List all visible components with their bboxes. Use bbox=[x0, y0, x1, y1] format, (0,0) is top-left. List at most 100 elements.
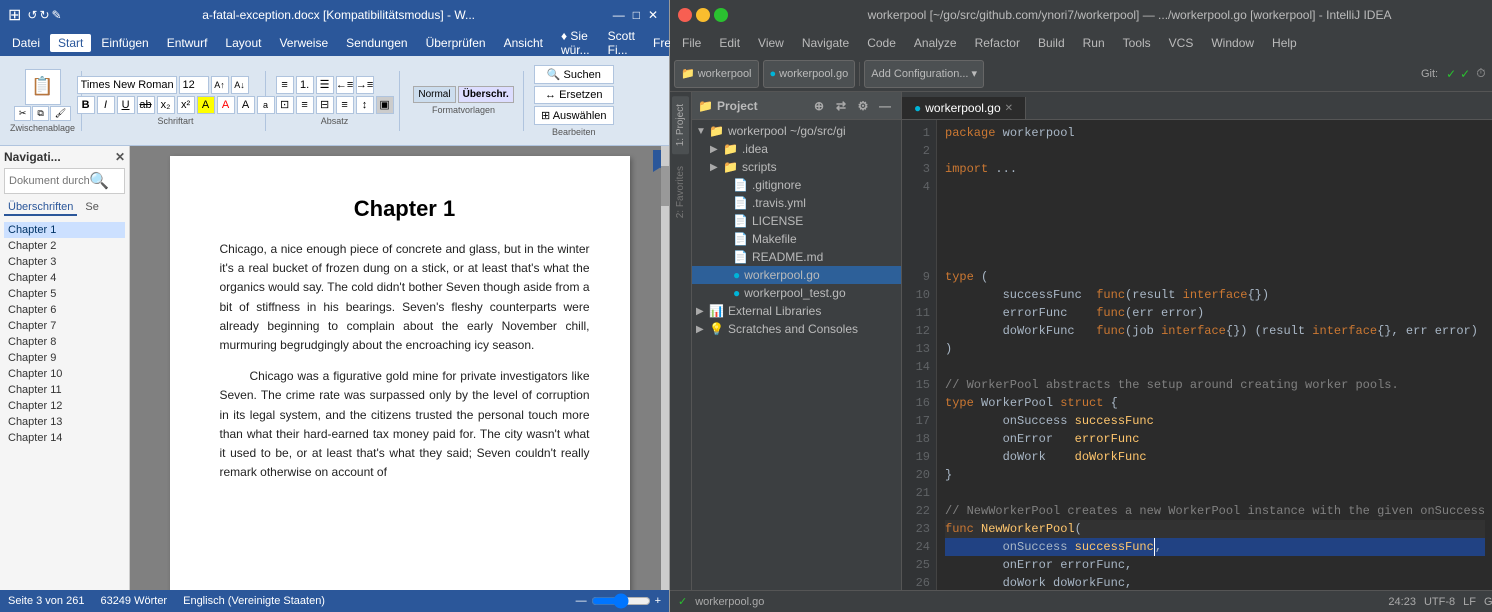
word-format-painter-btn[interactable]: 🖌 bbox=[50, 106, 71, 121]
nav-item-chapter13[interactable]: Chapter 13 bbox=[4, 414, 125, 430]
editor-tab-workerpool[interactable]: ● workerpool.go ✕ bbox=[902, 97, 1026, 119]
font-size-input[interactable] bbox=[179, 76, 209, 94]
font-shrink-btn[interactable]: A↓ bbox=[231, 76, 249, 94]
nav-tab-headings[interactable]: Überschriften bbox=[4, 200, 77, 216]
tree-license[interactable]: ▶ 📄 LICENSE bbox=[692, 212, 901, 230]
justify-btn[interactable]: ≡ bbox=[336, 96, 354, 114]
nav-item-chapter3[interactable]: Chapter 3 bbox=[4, 254, 125, 270]
nav-item-chapter14[interactable]: Chapter 14 bbox=[4, 430, 125, 446]
idea-menu-run[interactable]: Run bbox=[1075, 34, 1113, 52]
idea-max-btn[interactable] bbox=[714, 8, 728, 22]
word-menu-entwurf[interactable]: Entwurf bbox=[159, 34, 216, 52]
style-heading1[interactable]: Überschr. bbox=[458, 86, 514, 103]
word-minimize-btn[interactable]: — bbox=[613, 8, 625, 22]
nav-tab-pages[interactable]: Se bbox=[81, 200, 102, 216]
code-editor[interactable]: package workerpool import ... type ( suc… bbox=[937, 120, 1492, 590]
idea-menu-navigate[interactable]: Navigate bbox=[794, 34, 857, 52]
nav-item-chapter1[interactable]: Chapter 1 bbox=[4, 222, 125, 238]
nav-item-chapter12[interactable]: Chapter 12 bbox=[4, 398, 125, 414]
word-zoom-slider[interactable]: — + bbox=[576, 593, 661, 609]
toolbar-config-btn[interactable]: Add Configuration... ▾ bbox=[864, 60, 984, 88]
bold-btn[interactable]: B bbox=[77, 96, 95, 114]
tree-external-libs[interactable]: ▶ 📊 External Libraries bbox=[692, 302, 901, 320]
word-maximize-btn[interactable]: □ bbox=[633, 8, 640, 22]
nav-item-chapter4[interactable]: Chapter 4 bbox=[4, 270, 125, 286]
idea-close-btn[interactable] bbox=[678, 8, 692, 22]
nav-item-chapter8[interactable]: Chapter 8 bbox=[4, 334, 125, 350]
align-right-btn[interactable]: ⊟ bbox=[316, 96, 334, 114]
bullets-btn[interactable]: ≡ bbox=[276, 76, 294, 94]
font-color-btn[interactable]: A bbox=[217, 96, 235, 114]
superscript-btn[interactable]: x² bbox=[177, 96, 195, 114]
idea-menu-window[interactable]: Window bbox=[1203, 34, 1262, 52]
project-root[interactable]: ▼ 📁 workerpool ~/go/src/gi bbox=[692, 122, 901, 140]
editor-content[interactable]: 1 2 3 4 9 10 11 12 13 14 15 16 17 bbox=[902, 120, 1492, 590]
doc-scrollbar[interactable] bbox=[661, 146, 669, 590]
shading-btn[interactable]: ▣ bbox=[376, 96, 394, 114]
tree-idea-folder[interactable]: ▶ 📁 .idea bbox=[692, 140, 901, 158]
idea-menu-refactor[interactable]: Refactor bbox=[967, 34, 1028, 52]
increase-indent-btn[interactable]: →≡ bbox=[356, 76, 374, 94]
idea-menu-vcs[interactable]: VCS bbox=[1161, 34, 1202, 52]
tree-readme[interactable]: ▶ 📄 README.md bbox=[692, 248, 901, 266]
toolbar-workerpool-btn[interactable]: 📁 workerpool bbox=[674, 60, 759, 88]
nav-item-chapter10[interactable]: Chapter 10 bbox=[4, 366, 125, 382]
idea-menu-build[interactable]: Build bbox=[1030, 34, 1073, 52]
nav-close-btn[interactable]: ✕ bbox=[115, 150, 125, 164]
tree-scripts-folder[interactable]: ▶ 📁 scripts bbox=[692, 158, 901, 176]
select-btn[interactable]: ⊞ Auswählen bbox=[534, 106, 613, 125]
tree-makefile[interactable]: ▶ 📄 Makefile bbox=[692, 230, 901, 248]
document-area[interactable]: Chapter 1 Chicago, a nice enough piece o… bbox=[130, 146, 669, 590]
line-spacing-btn[interactable]: ↕ bbox=[356, 96, 374, 114]
idea-menu-tools[interactable]: Tools bbox=[1115, 34, 1159, 52]
word-menu-ansicht[interactable]: Ansicht bbox=[496, 34, 551, 52]
underline-btn[interactable]: U bbox=[117, 96, 135, 114]
word-menu-einfuegen[interactable]: Einfügen bbox=[93, 34, 156, 52]
tree-travis[interactable]: ▶ 📄 .travis.yml bbox=[692, 194, 901, 212]
word-menu-layout[interactable]: Layout bbox=[217, 34, 269, 52]
project-minimize-btn[interactable]: — bbox=[875, 96, 895, 116]
align-center-btn[interactable]: ≡ bbox=[296, 96, 314, 114]
word-undo-btn[interactable]: ↺ bbox=[27, 8, 37, 22]
nav-search-box[interactable]: 🔍 bbox=[4, 168, 125, 194]
toolbar-file-btn[interactable]: ● workerpool.go bbox=[763, 60, 856, 88]
favorites-side-tab[interactable]: 2: Favorites bbox=[672, 158, 689, 226]
word-menu-ueberpruefen[interactable]: Überprüfen bbox=[418, 34, 494, 52]
strikethrough-btn[interactable]: ab bbox=[137, 96, 155, 114]
tab-close-btn[interactable]: ✕ bbox=[1005, 103, 1013, 114]
nav-search-input[interactable] bbox=[9, 175, 89, 187]
tree-gitignore[interactable]: ▶ 📄 .gitignore bbox=[692, 176, 901, 194]
doc-scrollbar-thumb[interactable] bbox=[661, 166, 669, 206]
word-redo-btn[interactable]: ↻ bbox=[39, 8, 49, 22]
nav-item-chapter6[interactable]: Chapter 6 bbox=[4, 302, 125, 318]
word-menu-datei[interactable]: Datei bbox=[4, 34, 48, 52]
idea-min-btn[interactable] bbox=[696, 8, 710, 22]
multilevel-btn[interactable]: ☰ bbox=[316, 76, 334, 94]
word-menu-sendungen[interactable]: Sendungen bbox=[338, 34, 415, 52]
highlight-btn[interactable]: A bbox=[197, 96, 215, 114]
style-normal[interactable]: Normal bbox=[413, 86, 455, 103]
tree-workerpool-go[interactable]: ▶ ● workerpool.go bbox=[692, 266, 901, 284]
project-sync-btn[interactable]: ⇄ bbox=[831, 96, 851, 116]
find-btn[interactable]: 🔍 Suchen bbox=[534, 65, 613, 84]
align-left-btn[interactable]: ⊡ bbox=[276, 96, 294, 114]
nav-item-chapter11[interactable]: Chapter 11 bbox=[4, 382, 125, 398]
project-add-btn[interactable]: ⊕ bbox=[809, 96, 829, 116]
subscript-btn[interactable]: x₂ bbox=[157, 96, 175, 114]
word-menu-start[interactable]: Start bbox=[50, 34, 91, 52]
project-settings-btn[interactable]: ⚙ bbox=[853, 96, 873, 116]
nav-item-chapter5[interactable]: Chapter 5 bbox=[4, 286, 125, 302]
project-side-tab[interactable]: 1: Project bbox=[672, 96, 689, 154]
font-grow-btn[interactable]: A↑ bbox=[211, 76, 229, 94]
nav-item-chapter7[interactable]: Chapter 7 bbox=[4, 318, 125, 334]
word-paste-btn[interactable]: 📋 bbox=[25, 69, 61, 105]
word-menu-search[interactable]: ♦ Sie wür... bbox=[553, 27, 598, 59]
word-cut-btn[interactable]: ✂ bbox=[14, 106, 32, 121]
word-close-btn[interactable]: ✕ bbox=[648, 8, 658, 22]
font-name-input[interactable] bbox=[77, 76, 177, 94]
tree-scratches[interactable]: ▶ 💡 Scratches and Consoles bbox=[692, 320, 901, 338]
nav-item-chapter9[interactable]: Chapter 9 bbox=[4, 350, 125, 366]
tree-workerpool-test-go[interactable]: ▶ ● workerpool_test.go bbox=[692, 284, 901, 302]
italic-btn[interactable]: I bbox=[97, 96, 115, 114]
document-page[interactable]: Chapter 1 Chicago, a nice enough piece o… bbox=[170, 156, 630, 590]
